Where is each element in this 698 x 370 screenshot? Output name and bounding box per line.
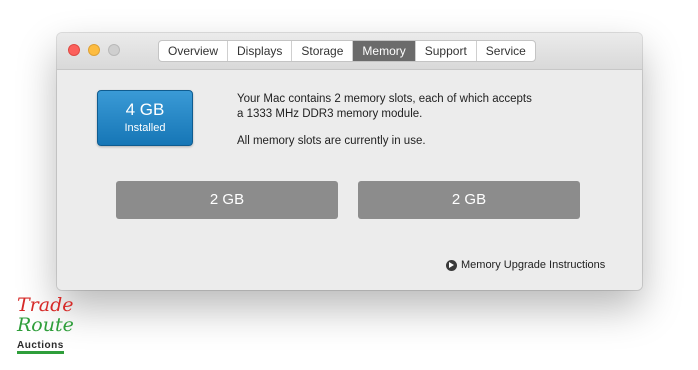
watermark-logo: Trade Route Auctions xyxy=(17,296,87,354)
memory-slot-1: 2 GB xyxy=(116,181,338,219)
memory-panel: 4 GB Installed Your Mac contains 2 memor… xyxy=(57,70,642,290)
watermark-line3: Auctions xyxy=(17,340,64,354)
tab-storage[interactable]: Storage xyxy=(292,41,354,61)
memory-status-label: Installed xyxy=(124,122,166,134)
memory-upgrade-link[interactable]: Memory Upgrade Instructions xyxy=(446,259,605,271)
memory-slots-status: All memory slots are currently in use. xyxy=(237,135,426,147)
zoom-button[interactable] xyxy=(108,44,120,56)
memory-installed-badge: 4 GB Installed xyxy=(97,90,193,146)
watermark-line1: Trade xyxy=(17,294,74,316)
memory-description-line2: a 1333 MHz DDR3 memory module. xyxy=(237,108,423,120)
watermark-line2: Route xyxy=(17,314,74,336)
tab-service[interactable]: Service xyxy=(477,41,535,61)
arrow-circle-icon xyxy=(446,259,457,271)
title-bar: Overview Displays Storage Memory Support… xyxy=(57,33,642,70)
tab-memory[interactable]: Memory xyxy=(353,41,416,61)
memory-amount: 4 GB xyxy=(125,100,165,119)
tab-bar: Overview Displays Storage Memory Support… xyxy=(158,40,536,62)
memory-description-line1: Your Mac contains 2 memory slots, each o… xyxy=(237,93,532,105)
tab-support[interactable]: Support xyxy=(416,41,477,61)
about-this-mac-window: Overview Displays Storage Memory Support… xyxy=(57,33,642,290)
minimize-button[interactable] xyxy=(88,44,100,56)
memory-upgrade-label: Memory Upgrade Instructions xyxy=(461,259,606,271)
tab-overview[interactable]: Overview xyxy=(159,41,229,61)
close-button[interactable] xyxy=(68,44,80,56)
tab-displays[interactable]: Displays xyxy=(228,41,293,61)
memory-slot-2: 2 GB xyxy=(358,181,580,219)
memory-info: Your Mac contains 2 memory slots, each o… xyxy=(237,92,567,149)
